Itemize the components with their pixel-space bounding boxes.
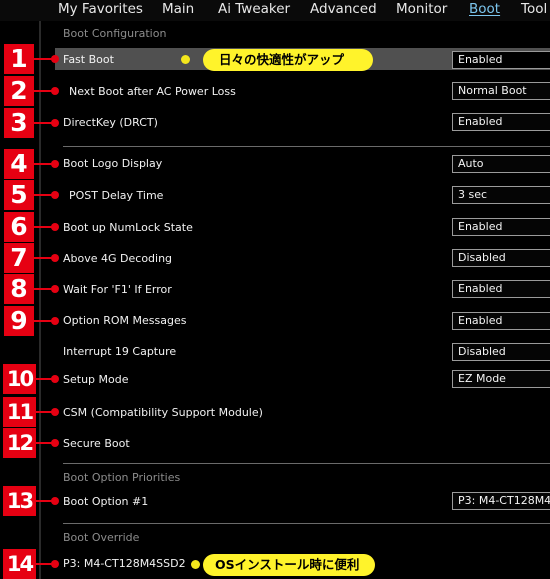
submenu-csm[interactable]: CSM (Compatibility Support Module) bbox=[63, 406, 263, 419]
section-title-boot-configuration: Boot Configuration bbox=[63, 27, 167, 40]
value-above-4g-decoding[interactable]: Disabled bbox=[452, 249, 550, 267]
value-directkey[interactable]: Enabled bbox=[452, 113, 550, 131]
annotation-dot bbox=[51, 285, 59, 293]
annotation-badge-13: 13 bbox=[3, 486, 36, 516]
annotation-connector bbox=[34, 226, 52, 228]
annotation-dot bbox=[51, 375, 59, 383]
annotation-badge-14: 14 bbox=[3, 549, 36, 579]
value-post-delay-time[interactable]: 3 sec bbox=[452, 186, 550, 204]
setting-label-boot-up-numlock-state[interactable]: Boot up NumLock State bbox=[63, 221, 193, 234]
section-title-boot-override: Boot Override bbox=[63, 531, 140, 544]
annotation-connector bbox=[34, 122, 52, 124]
section-divider bbox=[63, 523, 550, 524]
tab-main[interactable]: Main bbox=[162, 0, 194, 18]
setting-label-boot-option-1[interactable]: Boot Option #1 bbox=[63, 495, 148, 508]
tab-ai-tweaker[interactable]: Ai Tweaker bbox=[218, 0, 290, 18]
boot-override-device[interactable]: P3: M4-CT128M4SSD2 bbox=[63, 557, 186, 570]
value-interrupt-19-capture[interactable]: Disabled bbox=[452, 343, 550, 361]
annotation-connector bbox=[34, 90, 52, 92]
value-boot-logo-display[interactable]: Auto bbox=[452, 155, 550, 173]
annotation-badge-1: 1 bbox=[4, 44, 34, 74]
annotation-badge-8: 8 bbox=[4, 274, 34, 304]
annotation-connector bbox=[34, 320, 52, 322]
setting-label-directkey[interactable]: DirectKey (DRCT) bbox=[63, 116, 158, 129]
annotation-badge-5: 5 bbox=[4, 180, 34, 210]
setting-label-post-delay-time[interactable]: POST Delay Time bbox=[69, 189, 163, 202]
callout-pointer bbox=[191, 560, 200, 569]
annotation-connector bbox=[36, 442, 52, 444]
annotation-connector bbox=[36, 411, 52, 413]
section-title-boot-option-priorities: Boot Option Priorities bbox=[63, 471, 181, 484]
annotation-connector bbox=[36, 378, 52, 380]
setting-label-wait-for-f1-if-error[interactable]: Wait For 'F1' If Error bbox=[63, 283, 172, 296]
value-boot-up-numlock-state[interactable]: Enabled bbox=[452, 218, 550, 236]
annotation-dot bbox=[51, 160, 59, 168]
annotation-connector bbox=[36, 563, 52, 565]
annotation-dot bbox=[51, 408, 59, 416]
section-divider bbox=[63, 146, 550, 147]
annotation-connector bbox=[36, 500, 52, 502]
annotation-connector bbox=[34, 163, 52, 165]
annotation-badge-11: 11 bbox=[3, 397, 36, 427]
value-option-rom-messages[interactable]: Enabled bbox=[452, 312, 550, 330]
value-boot-option-1[interactable]: P3: M4-CT128M4SSD2 bbox=[452, 492, 550, 510]
annotation-badge-4: 4 bbox=[4, 149, 34, 179]
setting-label-boot-logo-display[interactable]: Boot Logo Display bbox=[63, 157, 162, 170]
callout-pointer bbox=[181, 55, 190, 64]
annotation-dot bbox=[51, 119, 59, 127]
annotation-dot bbox=[51, 191, 59, 199]
annotation-dot bbox=[51, 87, 59, 95]
annotation-connector bbox=[34, 288, 52, 290]
annotation-dot bbox=[51, 439, 59, 447]
callout-boot-override: OSインストール時に便利 bbox=[203, 554, 375, 576]
setting-label-next-boot-after-ac-power-loss[interactable]: Next Boot after AC Power Loss bbox=[69, 85, 236, 98]
annotation-dot bbox=[51, 497, 59, 505]
callout-fast-boot: 日々の快適性がアップ bbox=[203, 49, 373, 71]
value-next-boot-after-ac-power-loss[interactable]: Normal Boot bbox=[452, 82, 550, 100]
setting-label-above-4g-decoding[interactable]: Above 4G Decoding bbox=[63, 252, 172, 265]
annotation-dot bbox=[51, 223, 59, 231]
value-setup-mode[interactable]: EZ Mode bbox=[452, 370, 550, 388]
scrollbar-track[interactable] bbox=[39, 21, 41, 579]
setting-label-option-rom-messages[interactable]: Option ROM Messages bbox=[63, 314, 186, 327]
setting-label-setup-mode[interactable]: Setup Mode bbox=[63, 373, 128, 386]
tab-my-favorites[interactable]: My Favorites bbox=[58, 0, 143, 18]
tab-advanced[interactable]: Advanced bbox=[310, 0, 377, 18]
annotation-badge-9: 9 bbox=[4, 306, 34, 336]
annotation-dot bbox=[51, 55, 59, 63]
annotation-dot bbox=[51, 317, 59, 325]
annotation-connector bbox=[34, 194, 52, 196]
setting-label-interrupt-19-capture[interactable]: Interrupt 19 Capture bbox=[63, 345, 176, 358]
tab-monitor[interactable]: Monitor bbox=[396, 0, 447, 18]
annotation-badge-3: 3 bbox=[4, 108, 34, 138]
annotation-badge-10: 10 bbox=[3, 364, 36, 394]
submenu-secure-boot[interactable]: Secure Boot bbox=[63, 437, 130, 450]
annotation-badge-2: 2 bbox=[4, 76, 34, 106]
tab-boot[interactable]: Boot bbox=[469, 0, 500, 18]
annotation-dot bbox=[51, 560, 59, 568]
annotation-badge-12: 12 bbox=[3, 428, 36, 458]
setting-label-fast-boot[interactable]: Fast Boot bbox=[63, 53, 114, 66]
section-divider bbox=[63, 463, 550, 464]
annotation-badge-7: 7 bbox=[4, 243, 34, 273]
tab-tool[interactable]: Tool bbox=[521, 0, 547, 18]
annotation-connector bbox=[34, 58, 52, 60]
top-menu-bar: My Favorites Main Ai Tweaker Advanced Mo… bbox=[0, 0, 550, 21]
annotation-badge-6: 6 bbox=[4, 212, 34, 242]
annotation-connector bbox=[34, 257, 52, 259]
value-wait-for-f1-if-error[interactable]: Enabled bbox=[452, 280, 550, 298]
annotation-dot bbox=[51, 254, 59, 262]
value-fast-boot[interactable]: Enabled bbox=[452, 51, 550, 69]
